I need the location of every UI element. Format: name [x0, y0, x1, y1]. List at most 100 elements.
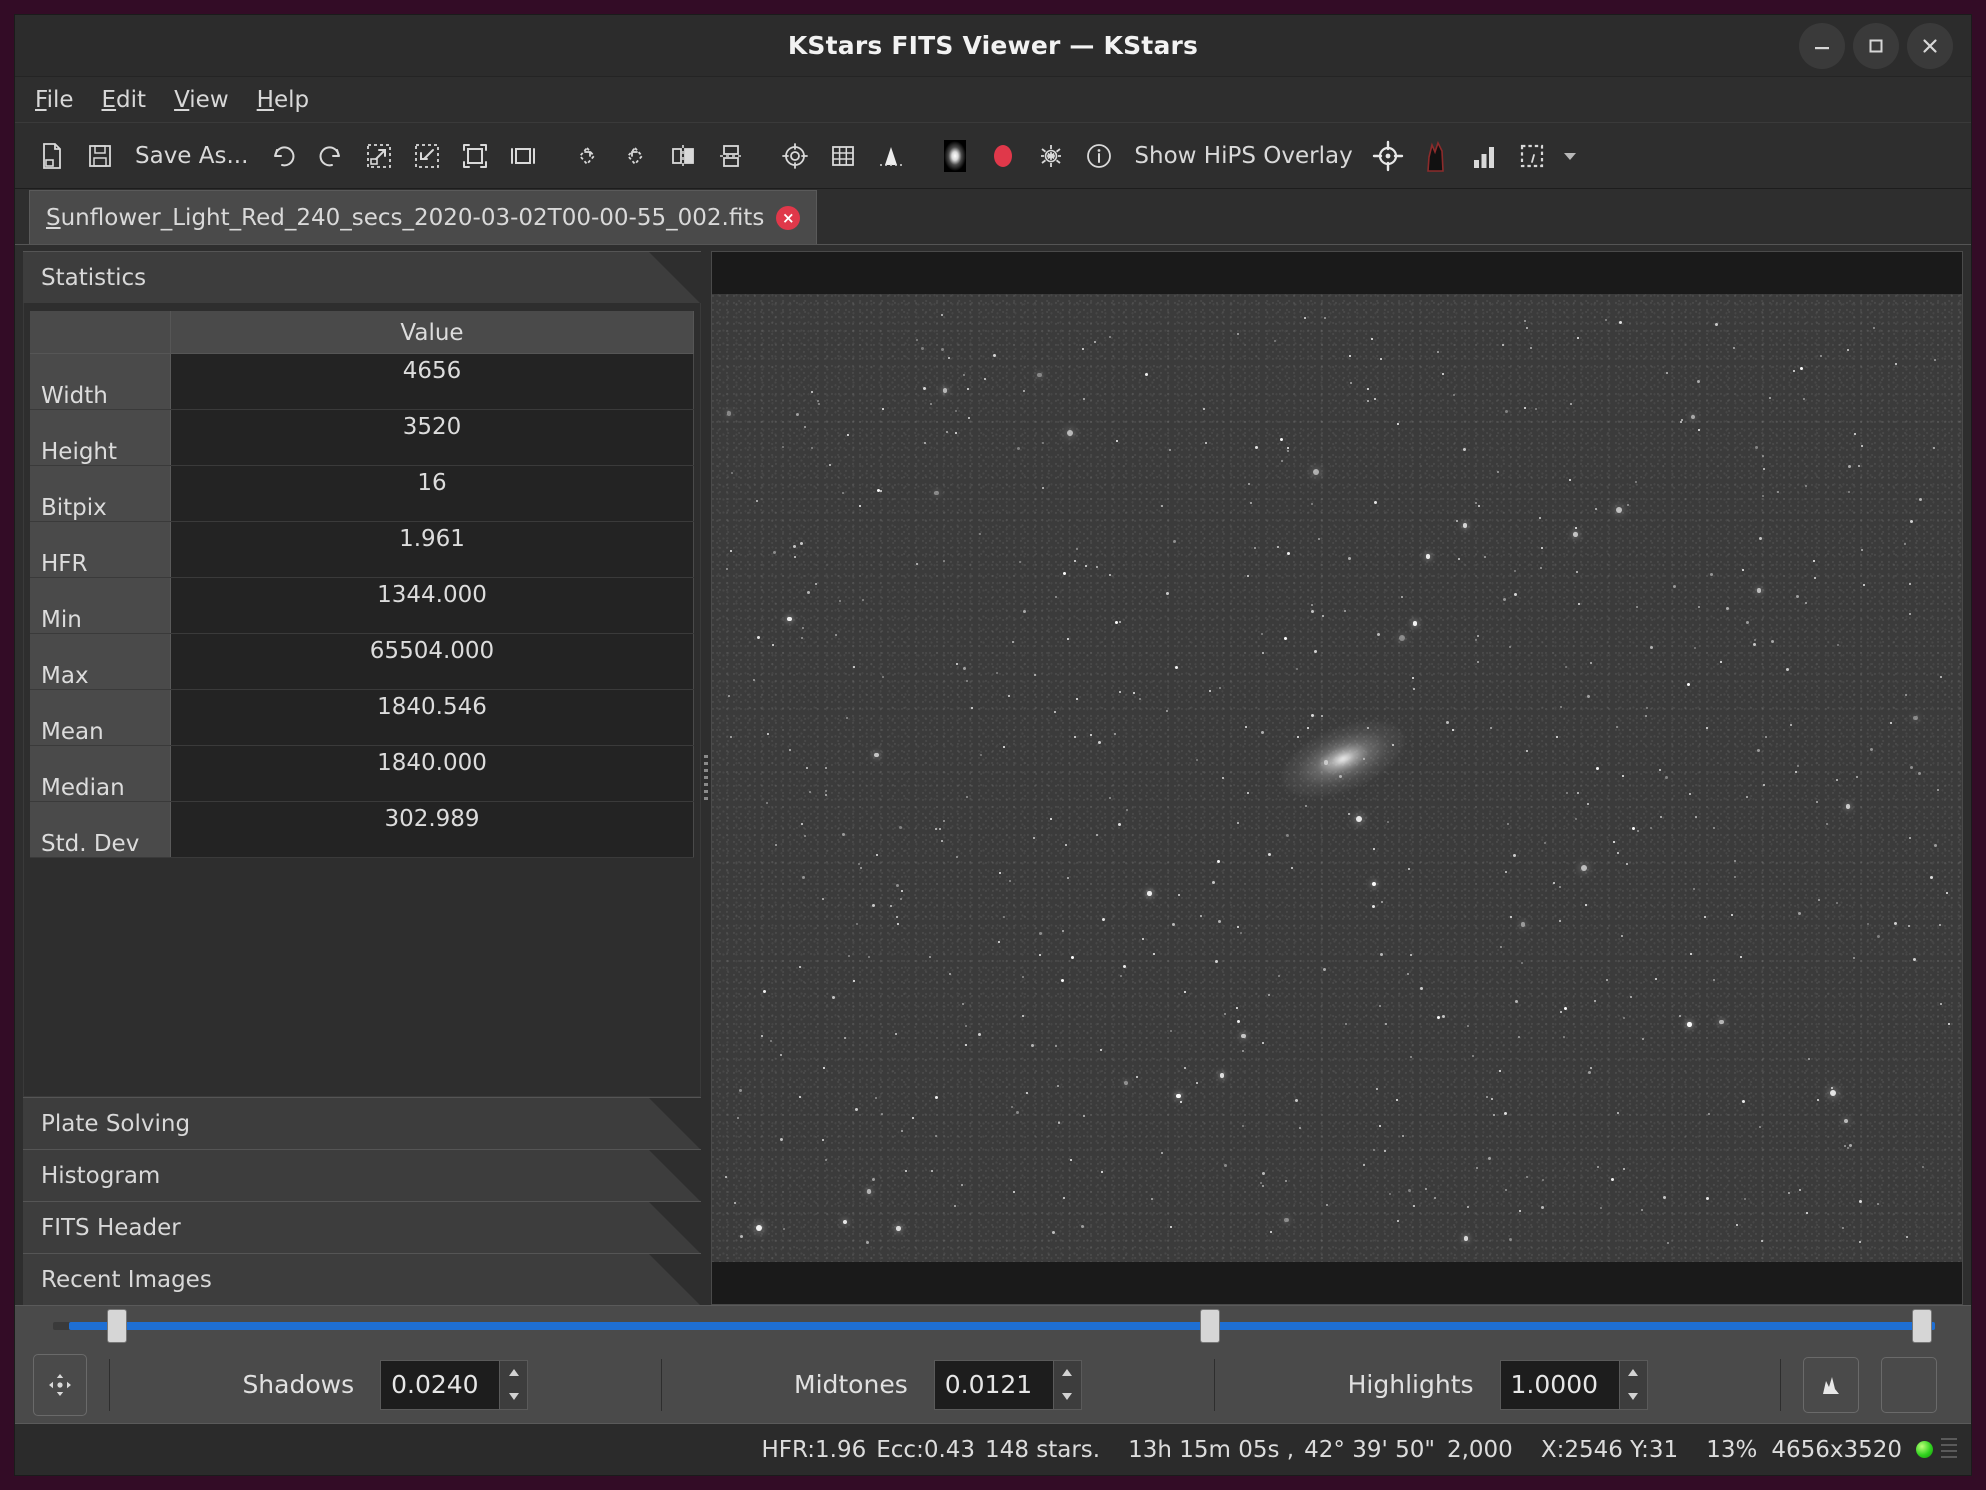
menu-edit[interactable]: Edit [102, 87, 147, 113]
show-hips-overlay-button[interactable]: Show HiPS Overlay [1124, 143, 1362, 169]
sidebar-section-recent-images[interactable]: Recent Images [23, 1253, 701, 1305]
shadows-spinbox[interactable]: 0.0240 [380, 1359, 529, 1410]
resize-grip-icon[interactable] [1941, 1437, 1957, 1462]
star-point [1576, 791, 1579, 794]
menu-help[interactable]: Help [257, 87, 309, 113]
midtones-spin-up-icon[interactable] [1054, 1361, 1081, 1385]
star-point [1125, 809, 1128, 812]
midtones-spinbox[interactable]: 0.0121 [933, 1359, 1082, 1410]
table-row[interactable]: Std. Dev 302.989 [30, 801, 694, 858]
sidebar-section-fits-header[interactable]: FITS Header [23, 1201, 701, 1253]
shadows-spin-up-icon[interactable] [500, 1361, 527, 1385]
table-row[interactable]: Median 1840.000 [30, 745, 694, 802]
target-icon[interactable] [1365, 133, 1411, 179]
star-point [889, 905, 892, 908]
zoom-out-icon[interactable] [404, 133, 450, 179]
star-point [1401, 1135, 1404, 1137]
table-row[interactable]: Max 65504.000 [30, 633, 694, 690]
open-file-icon[interactable] [29, 133, 75, 179]
stat-value-min[interactable]: 1344.000 [170, 577, 694, 634]
highlights-value[interactable]: 1.0000 [1501, 1361, 1619, 1409]
stat-value-width[interactable]: 4656 [170, 353, 694, 410]
star-profile-icon[interactable] [932, 133, 978, 179]
info-icon[interactable] [1076, 133, 1122, 179]
table-row[interactable]: Min 1344.000 [30, 577, 694, 634]
stat-value-mean[interactable]: 1840.546 [170, 689, 694, 746]
stat-value-bitpix[interactable]: 16 [170, 465, 694, 522]
grid-icon[interactable] [820, 133, 866, 179]
star-point [1693, 646, 1696, 649]
statistics-panel: Value Width 4656 Height 3520 Bitpix 16 HFR 1.96… [23, 303, 701, 1097]
star-point [782, 445, 785, 448]
table-row[interactable]: HFR 1.961 [30, 521, 694, 578]
zoom-default-icon[interactable] [452, 133, 498, 179]
star-point [1799, 1188, 1802, 1191]
menu-file[interactable]: File [35, 87, 74, 113]
stat-value-hfr[interactable]: 1.961 [170, 521, 694, 578]
stat-name-max: Max [30, 633, 171, 690]
selection-icon[interactable] [1509, 133, 1555, 179]
flip-vertical-icon[interactable] [708, 133, 754, 179]
midtones-value[interactable]: 0.0121 [935, 1361, 1053, 1409]
crosshair-icon[interactable] [772, 133, 818, 179]
menu-view[interactable]: View [174, 87, 229, 113]
zoom-in-icon[interactable] [356, 133, 402, 179]
midtones-slider-handle[interactable] [1199, 1309, 1220, 1343]
star-point [1031, 1043, 1035, 1047]
histogram-toggle-button[interactable] [1802, 1356, 1859, 1413]
star-point [739, 1235, 743, 1239]
tab-fits-file[interactable]: Sunflower_Light_Red_240_secs_2020-03-02T… [29, 190, 818, 244]
star-point [1586, 802, 1589, 805]
auto-stretch-icon[interactable] [980, 133, 1026, 179]
fits-image[interactable] [712, 294, 1962, 1262]
stat-value-height[interactable]: 3520 [170, 409, 694, 466]
table-row[interactable]: Height 3520 [30, 409, 694, 466]
detect-stars-icon[interactable] [1028, 133, 1074, 179]
chevron-down-icon[interactable] [1557, 147, 1583, 165]
statistics-icon[interactable] [1461, 133, 1507, 179]
star-point [1184, 990, 1187, 993]
stat-value-std-dev[interactable]: 302.989 [170, 801, 694, 858]
stat-value-max[interactable]: 65504.000 [170, 633, 694, 690]
midtones-spin-down-icon[interactable] [1054, 1385, 1081, 1409]
rotate-ccw-icon[interactable] [612, 133, 658, 179]
blank-toggle-button[interactable] [1880, 1356, 1937, 1413]
star-point [1705, 1196, 1709, 1200]
undo-icon[interactable] [260, 133, 306, 179]
table-row[interactable]: Bitpix 16 [30, 465, 694, 522]
histogram-peak-icon[interactable] [1413, 133, 1459, 179]
sidebar-section-statistics[interactable]: Statistics [23, 251, 701, 303]
maximize-icon[interactable] [1853, 23, 1899, 69]
redo-icon[interactable] [308, 133, 354, 179]
pan-move-button[interactable] [33, 1353, 87, 1416]
highlights-spinbox[interactable]: 1.0000 [1499, 1359, 1648, 1410]
close-icon[interactable] [1907, 23, 1953, 69]
shadows-value[interactable]: 0.0240 [381, 1361, 499, 1409]
highlights-spin-arrows [1618, 1360, 1647, 1409]
minimize-icon[interactable] [1799, 23, 1845, 69]
flip-horizontal-icon[interactable] [660, 133, 706, 179]
shadows-slider-handle[interactable] [107, 1309, 128, 1343]
panel-splitter[interactable] [701, 251, 711, 1305]
zoom-fit-icon[interactable] [500, 133, 546, 179]
sidebar-section-histogram[interactable]: Histogram [23, 1149, 701, 1201]
slider-track[interactable] [69, 1322, 1935, 1330]
save-icon[interactable] [77, 133, 123, 179]
highlights-slider-handle[interactable] [1911, 1309, 1932, 1343]
star-point [1659, 815, 1662, 818]
fits-image-viewport[interactable] [711, 251, 1963, 1305]
stat-value-median[interactable]: 1840.000 [170, 745, 694, 802]
highlights-spin-down-icon[interactable] [1620, 1385, 1647, 1409]
tab-close-icon[interactable]: × [776, 205, 801, 230]
midtones-spin-arrows [1052, 1360, 1081, 1409]
highlights-spin-up-icon[interactable] [1620, 1361, 1647, 1385]
shadows-spin-down-icon[interactable] [500, 1385, 527, 1409]
table-row[interactable]: Width 4656 [30, 353, 694, 410]
rotate-cw-icon[interactable] [564, 133, 610, 179]
equatorial-grid-icon[interactable] [868, 133, 914, 179]
sidebar-section-plate-solving[interactable]: Plate Solving [23, 1097, 701, 1149]
table-row[interactable]: Mean 1840.546 [30, 689, 694, 746]
star-point [1913, 715, 1918, 721]
star-point [1933, 843, 1937, 847]
save-as-button[interactable]: Save As... [125, 143, 258, 169]
